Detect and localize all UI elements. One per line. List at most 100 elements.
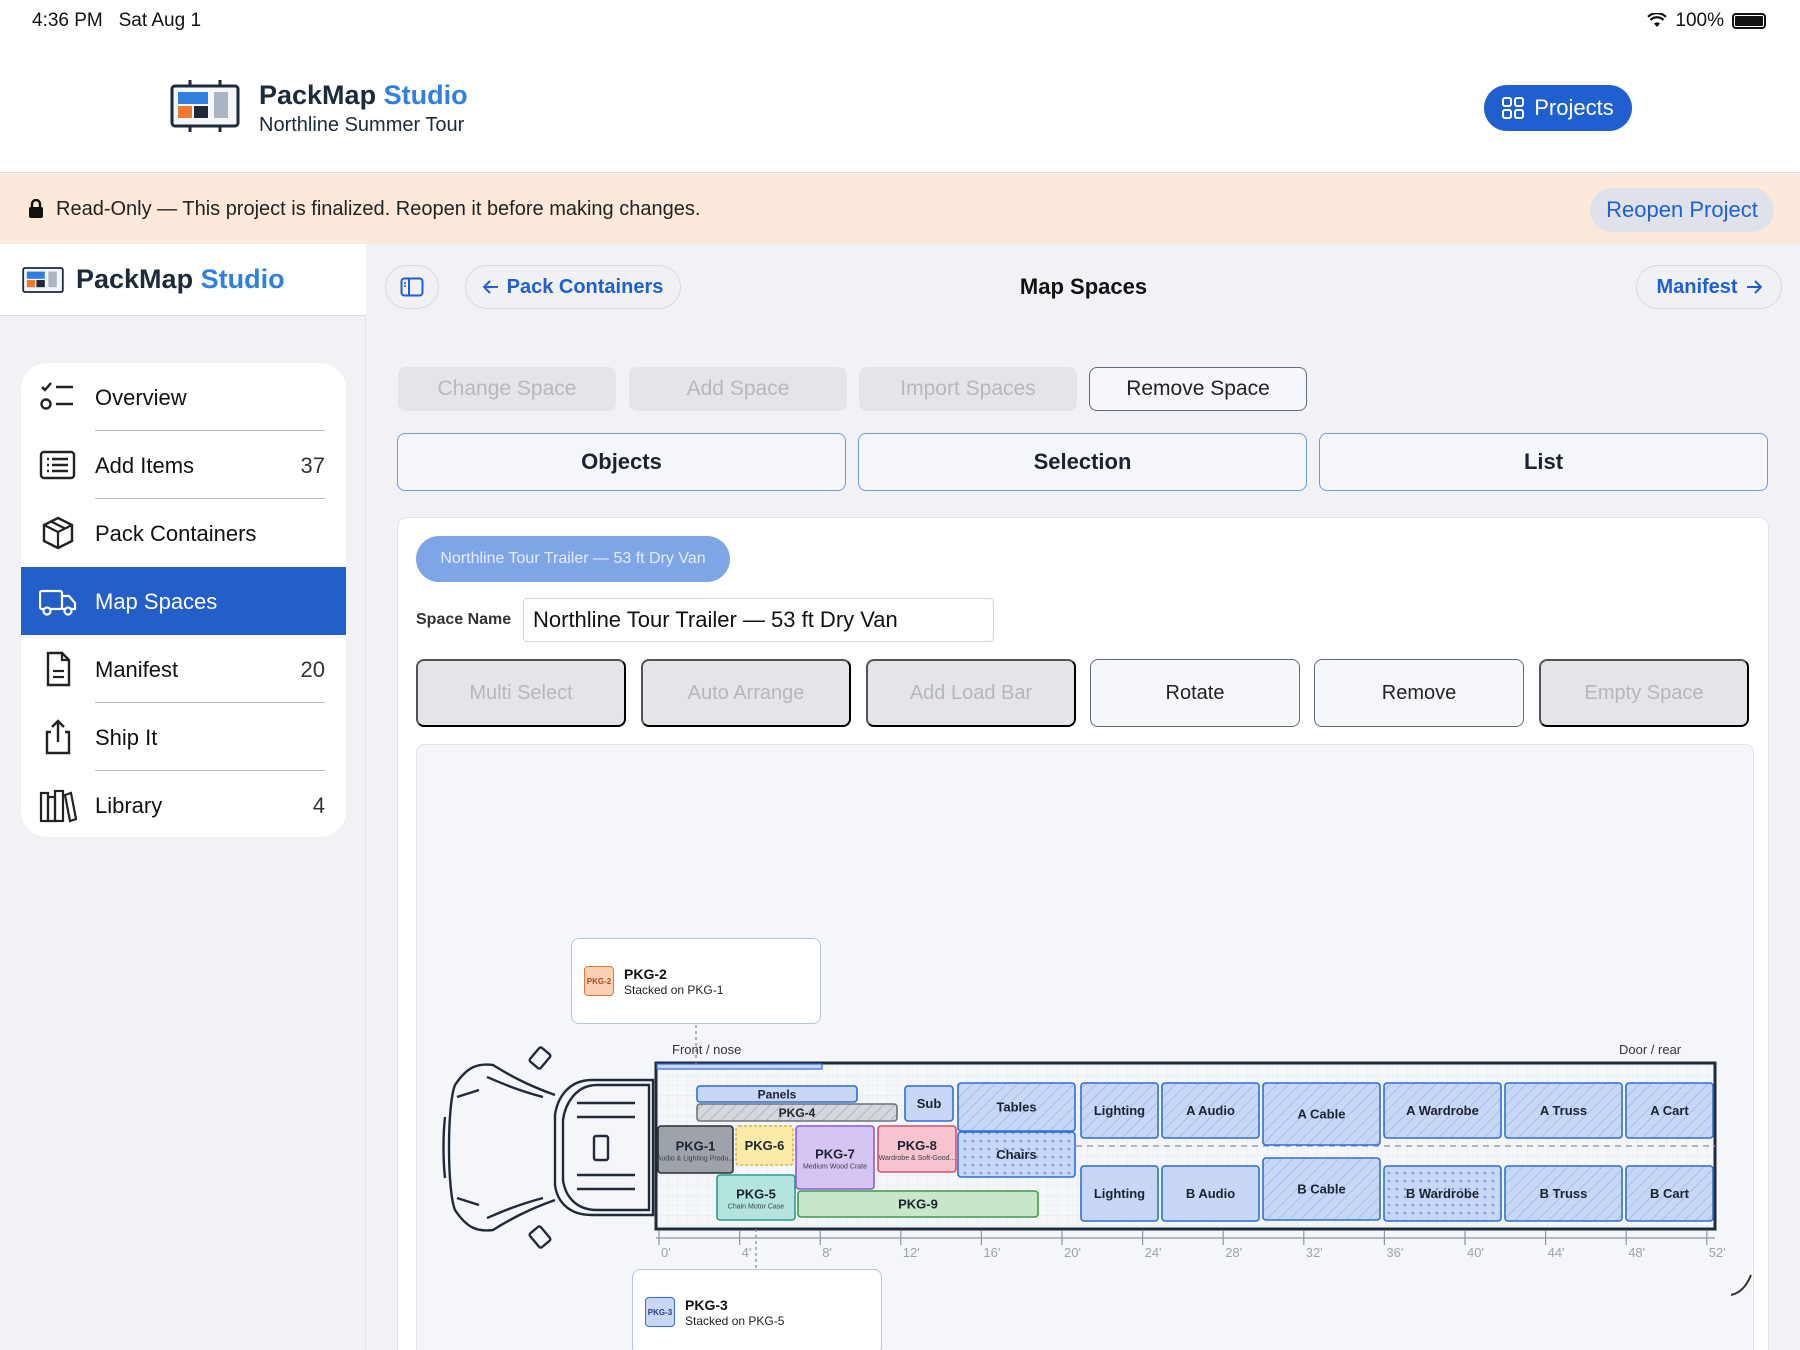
- map-item[interactable]: Lighting: [1080, 1082, 1159, 1139]
- app-title: PackMap Studio: [259, 80, 468, 110]
- forward-manifest-button[interactable]: Manifest: [1636, 265, 1782, 309]
- callout-pkg-3[interactable]: PKG-3 PKG-3 Stacked on PKG-5: [632, 1269, 882, 1350]
- load-bar: [656, 1063, 823, 1070]
- tab-objects[interactable]: Objects: [397, 433, 846, 491]
- map-item[interactable]: PKG-6: [735, 1125, 794, 1166]
- map-item-label: A Cable: [1298, 1107, 1346, 1122]
- grid-icon: [1502, 97, 1525, 119]
- map-item-label: Lighting: [1094, 1186, 1145, 1201]
- empty-space-button[interactable]: Empty Space: [1539, 659, 1749, 727]
- status-bar: 4:36 PM Sat Aug 1 100%: [0, 0, 1800, 44]
- ruler-tick-label: 32': [1306, 1245, 1323, 1260]
- tab-selection[interactable]: Selection: [858, 433, 1307, 491]
- sidebar-item-pack-containers[interactable]: Pack Containers: [21, 499, 346, 567]
- map-item-label: A Wardrobe: [1406, 1103, 1479, 1118]
- status-time: 4:36 PM Sat Aug 1: [32, 10, 202, 31]
- map-item-label: B Cart: [1650, 1186, 1690, 1201]
- space-name-field[interactable]: [523, 598, 994, 642]
- map-item[interactable]: Panels: [696, 1085, 858, 1103]
- sidebar-item-map-spaces[interactable]: Map Spaces: [21, 567, 346, 635]
- document-icon: [46, 651, 71, 687]
- map-item[interactable]: PKG-5 Chain Motor Case: [716, 1174, 796, 1221]
- map-item[interactable]: PKG-9: [797, 1190, 1039, 1218]
- map-item-label: PKG-6: [745, 1138, 785, 1153]
- sidebar-item-manifest[interactable]: Manifest 20: [21, 635, 346, 703]
- sidebar-item-label: Ship It: [95, 725, 158, 750]
- map-item-label: Tables: [996, 1100, 1036, 1115]
- banner-message: Read-Only — This project is finalized. R…: [56, 198, 701, 220]
- lock-icon: [29, 199, 43, 218]
- reopen-project-button[interactable]: Reopen Project: [1590, 188, 1774, 232]
- map-item-label: Chairs: [996, 1147, 1036, 1162]
- sidebar: PackMap Studio Overview Add Items 37 Pac…: [0, 244, 366, 1350]
- map-item-label: PKG-4: [779, 1106, 816, 1120]
- multi-select-button[interactable]: Multi Select: [416, 659, 626, 727]
- app-logo-icon: [170, 80, 240, 132]
- map-item[interactable]: B Audio: [1161, 1165, 1260, 1222]
- ruler-tick-label: 40': [1467, 1245, 1484, 1260]
- remove-space-button[interactable]: Remove Space: [1089, 367, 1307, 411]
- map-item[interactable]: PKG-8 Wardrobe & Soft-Good...: [877, 1125, 957, 1173]
- main-toolbar: Map Spaces Pack Containers Manifest: [367, 244, 1800, 332]
- auto-arrange-button[interactable]: Auto Arrange: [641, 659, 851, 727]
- ruler-tick-label: 20': [1064, 1245, 1081, 1260]
- import-spaces-button[interactable]: Import Spaces: [859, 367, 1077, 411]
- ruler-tick-label: 36': [1386, 1245, 1403, 1260]
- map-item[interactable]: PKG-4: [696, 1103, 898, 1122]
- checklist-icon: [40, 382, 73, 410]
- pkg-badge-icon: PKG-3: [645, 1297, 675, 1327]
- map-item[interactable]: A Truss: [1504, 1082, 1623, 1139]
- map-item[interactable]: Sub: [904, 1085, 954, 1122]
- books-icon: [39, 789, 77, 823]
- map-item-label: Panels: [758, 1087, 797, 1101]
- sidebar-item-label: Map Spaces: [95, 589, 218, 614]
- map-item[interactable]: A Cart: [1625, 1082, 1714, 1139]
- map-item[interactable]: A Wardrobe: [1383, 1082, 1502, 1139]
- map-item[interactable]: A Audio: [1161, 1082, 1260, 1139]
- sidebar-item-label: Overview: [95, 385, 187, 410]
- sidebar-item-library[interactable]: Library 4: [21, 771, 346, 837]
- add-load-bar-button[interactable]: Add Load Bar: [866, 659, 1076, 727]
- sidebar-item-overview[interactable]: Overview: [21, 363, 346, 431]
- map-item-label: B Audio: [1186, 1186, 1235, 1201]
- arrow-left-icon: [482, 280, 498, 294]
- sidebar-item-label: Manifest: [95, 657, 179, 682]
- map-item[interactable]: A Cable: [1262, 1082, 1381, 1146]
- map-item-label: Sub: [917, 1096, 942, 1111]
- sidebar-item-add-items[interactable]: Add Items 37: [21, 431, 346, 499]
- sidebar-item-ship-it[interactable]: Ship It: [21, 703, 346, 771]
- callout-pkg-2[interactable]: PKG-2 PKG-2 Stacked on PKG-1: [571, 938, 821, 1024]
- map-item[interactable]: Lighting: [1080, 1165, 1159, 1222]
- map-item[interactable]: B Cart: [1625, 1165, 1714, 1222]
- map-item-label: B Truss: [1540, 1186, 1588, 1201]
- sidebar-title: PackMap Studio: [76, 264, 285, 294]
- change-space-button[interactable]: Change Space: [398, 367, 616, 411]
- list-icon: [39, 450, 76, 480]
- rotate-button[interactable]: Rotate: [1090, 659, 1300, 727]
- back-pack-containers-button[interactable]: Pack Containers: [465, 265, 681, 309]
- sidebar-item-label: Library: [95, 793, 163, 818]
- map-canvas[interactable]: Panels PKG-4 Sub Tables Chairs PKG-1 Audio & L…: [416, 744, 1754, 1350]
- map-item[interactable]: B Wardrobe: [1383, 1165, 1502, 1222]
- map-item[interactable]: PKG-7 Medium Wood Crate: [795, 1125, 875, 1190]
- map-item[interactable]: B Cable: [1262, 1157, 1381, 1221]
- map-item[interactable]: B Truss: [1504, 1165, 1623, 1222]
- add-space-button[interactable]: Add Space: [629, 367, 847, 411]
- tab-list[interactable]: List: [1319, 433, 1768, 491]
- map-item[interactable]: Tables: [957, 1082, 1076, 1132]
- map-item[interactable]: PKG-1 Audio & Lighting Produ...: [657, 1125, 734, 1174]
- resize-handle-icon[interactable]: [1729, 1273, 1753, 1297]
- sidebar-header: PackMap Studio: [0, 244, 366, 316]
- forward-button-label: Manifest: [1656, 275, 1738, 298]
- callout-title: PKG-3: [685, 1297, 728, 1313]
- sidebar-item-count: 4: [312, 793, 325, 818]
- space-name-label: Space Name: [416, 611, 512, 628]
- map-item[interactable]: Chairs: [957, 1131, 1076, 1178]
- projects-button[interactable]: Projects: [1484, 85, 1632, 131]
- sidebar-item-label: Add Items: [95, 453, 195, 478]
- sidebar-logo-icon: [22, 267, 64, 293]
- remove-button[interactable]: Remove: [1314, 659, 1524, 727]
- space-selector-chip[interactable]: Northline Tour Trailer — 53 ft Dry Van: [416, 536, 730, 582]
- sidebar-toggle-icon: [400, 277, 424, 297]
- sidebar-toggle-button[interactable]: [385, 265, 439, 309]
